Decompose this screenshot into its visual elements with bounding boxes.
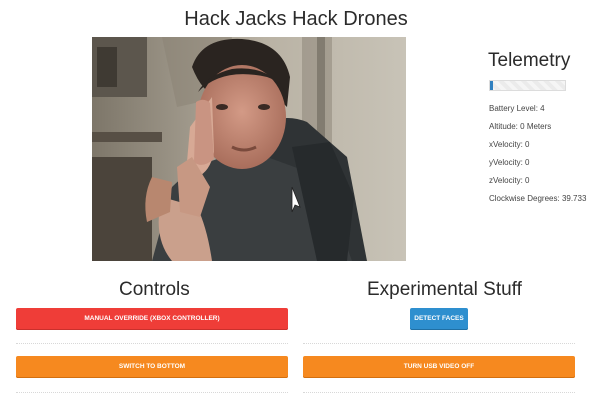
telemetry-battery-level: Battery Level: 4 — [489, 104, 589, 114]
telemetry-label: yVelocity: — [489, 158, 523, 167]
telemetry-value: 0 — [525, 158, 530, 167]
telemetry-label: xVelocity: — [489, 140, 523, 149]
telemetry-label: zVelocity: — [489, 176, 523, 185]
telemetry-value: 0 — [525, 176, 530, 185]
app-page: Hack Jacks Hack Drones Telemetry Battery… — [0, 0, 600, 400]
telemetry-title: Telemetry — [488, 50, 571, 71]
battery-progress-fill — [490, 81, 493, 90]
telemetry-label: Clockwise Degrees: — [489, 194, 560, 203]
page-title: Hack Jacks Hack Drones — [184, 8, 408, 30]
controls-title: Controls — [119, 279, 190, 300]
telemetry-altitude: Altitude: 0 Meters — [489, 122, 589, 132]
video-frame-image — [92, 37, 406, 261]
battery-progress-bar — [489, 80, 566, 91]
detect-faces-button[interactable]: DETECT FACES — [410, 308, 468, 330]
manual-override-button[interactable]: MANUAL OVERRIDE (XBOX CONTROLLER) — [16, 308, 288, 330]
telemetry-clockwise-degrees: Clockwise Degrees: 39.733 — [489, 194, 589, 204]
telemetry-x-velocity: xVelocity: 0 — [489, 140, 589, 150]
switch-to-bottom-button[interactable]: SWITCH TO BOTTOM — [16, 356, 288, 378]
divider — [303, 392, 575, 393]
turn-usb-video-off-button[interactable]: TURN USB VIDEO OFF — [303, 356, 575, 378]
experimental-title: Experimental Stuff — [367, 279, 522, 300]
divider — [303, 343, 575, 344]
telemetry-value: 39.733 — [561, 194, 587, 203]
telemetry-list: Battery Level: 4 Altitude: 0 Meters xVel… — [489, 104, 589, 212]
telemetry-label: Battery Level: — [489, 104, 538, 113]
telemetry-z-velocity: zVelocity: 0 — [489, 176, 589, 186]
divider — [16, 343, 288, 344]
telemetry-label: Altitude: — [489, 122, 518, 131]
divider — [16, 392, 288, 393]
drone-video-feed — [92, 37, 406, 261]
telemetry-y-velocity: yVelocity: 0 — [489, 158, 589, 168]
telemetry-value: 4 — [540, 104, 545, 113]
telemetry-value: 0 — [525, 140, 530, 149]
telemetry-value: 0 Meters — [520, 122, 552, 131]
